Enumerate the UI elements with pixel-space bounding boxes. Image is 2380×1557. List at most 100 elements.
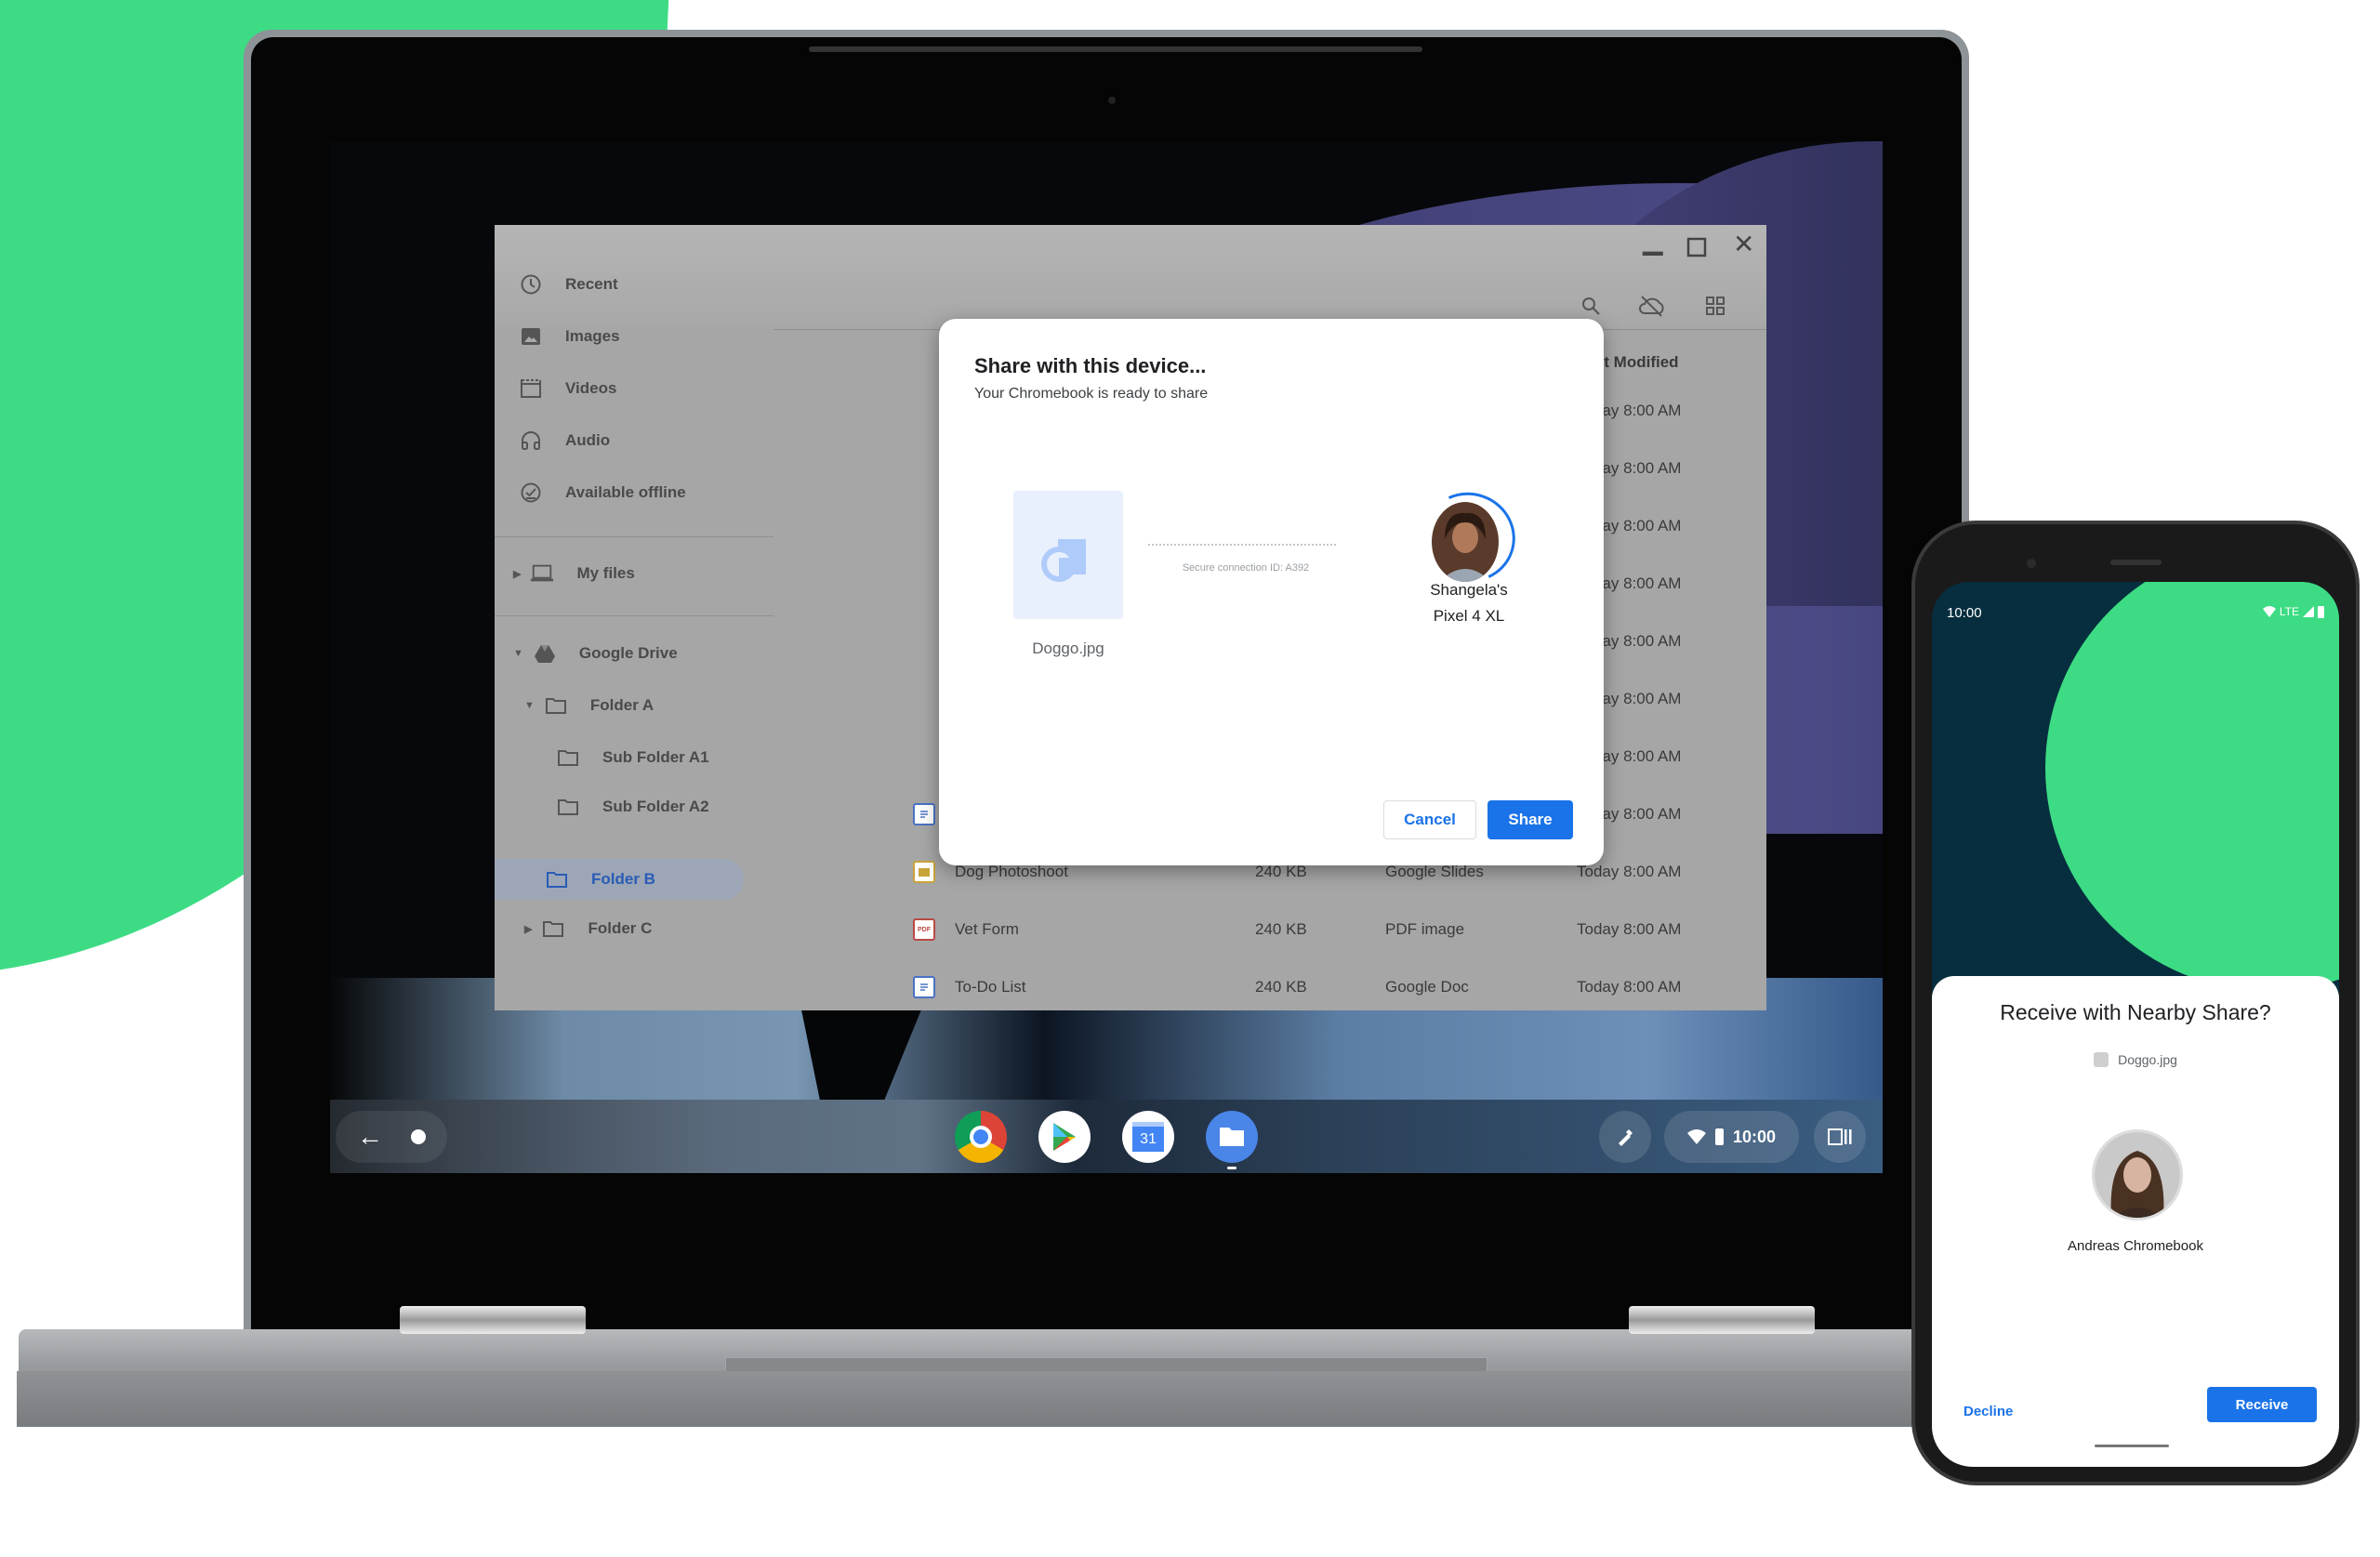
- drive-icon: [533, 641, 557, 666]
- file-preview: [1013, 491, 1123, 619]
- close-icon[interactable]: ✕: [1733, 229, 1754, 259]
- incoming-file: Doggo.jpg: [1932, 1052, 2339, 1067]
- minimize-icon[interactable]: ▁: [1643, 225, 1663, 256]
- sidebar-item-sub-folder-a1[interactable]: Sub Folder A1: [556, 739, 709, 776]
- sidebar-item-images[interactable]: Images: [519, 318, 620, 355]
- sidebar-item-available-offline[interactable]: Available offline: [519, 474, 686, 511]
- modified-cell: Today 8:00 AM: [1577, 920, 1682, 938]
- hinge: [400, 1306, 586, 1334]
- sidebar-item-folder-b[interactable]: Folder B: [545, 861, 655, 898]
- collapse-arrow-icon[interactable]: ▼: [524, 700, 535, 711]
- sender-name: Andreas Chromebook: [2068, 1238, 2203, 1254]
- table-row[interactable]: PDF Vet Form 240 KB PDF image Today 8:00…: [774, 902, 1766, 957]
- modified-cell: Today 8:00 AM: [1577, 863, 1682, 880]
- chrome-icon[interactable]: [955, 1111, 1007, 1163]
- file-name: Doggo.jpg: [2118, 1052, 2177, 1067]
- name-cell: To-Do List: [955, 978, 1026, 996]
- sidebar-item-label: Sub Folder A1: [602, 748, 709, 766]
- size-cell: 240 KB: [1255, 920, 1307, 938]
- google-slides-icon: [913, 861, 935, 883]
- network-type: LTE: [2279, 605, 2299, 618]
- sheet-title: Receive with Nearby Share?: [2000, 1000, 2271, 1024]
- image-icon: [519, 324, 543, 349]
- image-placeholder-icon: [1041, 539, 1086, 582]
- lid-edge: [809, 46, 1422, 52]
- clock-time: 10:00: [1732, 1127, 1777, 1146]
- sidebar-item-label: Folder B: [591, 870, 655, 888]
- calendar-date: 31: [1132, 1122, 1164, 1152]
- headphones-icon: [519, 429, 543, 453]
- collapse-arrow-icon[interactable]: ▼: [513, 648, 523, 659]
- share-button[interactable]: Share: [1488, 800, 1573, 839]
- grid-view-icon[interactable]: [1699, 290, 1731, 322]
- expand-arrow-icon[interactable]: ▶: [524, 923, 532, 935]
- sidebar-item-sub-folder-a2[interactable]: Sub Folder A2: [556, 788, 709, 825]
- sidebar-item-label: Sub Folder A2: [602, 798, 709, 815]
- sidebar-item-audio[interactable]: Audio: [519, 422, 610, 459]
- device-name-line1: Shangela's: [1430, 581, 1508, 599]
- stylus-icon[interactable]: [1599, 1111, 1651, 1163]
- maximize-icon[interactable]: [1686, 234, 1707, 264]
- android-phone: 10:00 LTE Receive with Nearby Share? Dog…: [1911, 521, 2360, 1485]
- nearby-share-dialog: Share with this device... Your Chromeboo…: [939, 319, 1604, 865]
- sidebar-item-label: Audio: [565, 431, 611, 449]
- calendar-icon[interactable]: 31: [1122, 1111, 1174, 1163]
- sidebar-item-my-files[interactable]: ▶ My files: [513, 555, 635, 592]
- back-arrow-icon[interactable]: ←: [357, 1122, 383, 1152]
- files-sidebar: Recent Images Videos Audio Available off…: [495, 225, 774, 1010]
- type-cell: Google Doc: [1385, 978, 1469, 996]
- nav-buttons: ←: [336, 1111, 447, 1163]
- sidebar-item-recent[interactable]: Recent: [519, 266, 618, 303]
- cancel-button[interactable]: Cancel: [1383, 800, 1476, 839]
- clock-icon: [519, 272, 543, 297]
- files-app-window: ▁ ✕ ȦZ ⋮ Recent: [495, 225, 1766, 1010]
- name-cell: Dog Photoshoot: [955, 863, 1068, 880]
- folder-icon: [556, 746, 580, 770]
- phone-wallpaper-circle: [2045, 582, 2339, 991]
- decline-button[interactable]: Decline: [1964, 1404, 2013, 1419]
- sidebar-item-folder-a[interactable]: ▼ Folder A: [524, 687, 654, 724]
- battery-icon: [2318, 605, 2324, 618]
- gesture-handle[interactable]: [2095, 1445, 2169, 1447]
- table-row[interactable]: To-Do List 240 KB Google Doc Today 8:00 …: [774, 959, 1766, 1010]
- wifi-icon: [2262, 606, 2276, 617]
- status-area[interactable]: 10:00: [1664, 1111, 1799, 1163]
- google-doc-icon: [913, 803, 935, 825]
- files-icon[interactable]: [1206, 1111, 1258, 1163]
- laptop-icon: [530, 561, 554, 586]
- file-thumbnail: [2094, 1052, 2109, 1067]
- size-cell: 240 KB: [1255, 863, 1307, 880]
- sidebar-item-label: Google Drive: [578, 644, 678, 662]
- dialog-title: Share with this device...: [974, 354, 1207, 377]
- sidebar-item-label: My files: [576, 564, 635, 582]
- file-name: Doggo.jpg: [1032, 640, 1104, 657]
- launcher-icon[interactable]: [411, 1129, 426, 1144]
- sidebar-item-label: Videos: [565, 379, 617, 397]
- folder-icon: [545, 867, 569, 891]
- device-name-line2: Pixel 4 XL: [1433, 607, 1505, 625]
- sidebar-item-videos[interactable]: Videos: [519, 370, 616, 407]
- offline-check-icon: [519, 481, 543, 505]
- cloud-off-icon[interactable]: [1636, 290, 1668, 322]
- sidebar-item-label: Images: [565, 327, 620, 345]
- sidebar-item-folder-c[interactable]: ▶ Folder C: [524, 910, 652, 947]
- play-store-icon[interactable]: [1038, 1111, 1091, 1163]
- running-indicator: [1227, 1167, 1236, 1169]
- search-icon[interactable]: [1575, 290, 1606, 322]
- modified-cell: Today 8:00 AM: [1577, 978, 1682, 996]
- sidebar-item-label: Folder A: [589, 696, 654, 714]
- laptop-front-edge: [17, 1371, 1964, 1427]
- expand-arrow-icon[interactable]: ▶: [513, 568, 521, 580]
- name-cell: Vet Form: [955, 920, 1019, 938]
- receive-button[interactable]: Receive: [2207, 1387, 2317, 1422]
- marketing-scene: ▁ ✕ ȦZ ⋮ Recent: [0, 0, 2380, 1557]
- sidebar-item-google-drive[interactable]: ▼ Google Drive: [513, 635, 678, 672]
- front-camera: [2027, 559, 2036, 568]
- status-time: 10:00: [1947, 605, 1982, 621]
- webcam: [1108, 97, 1116, 104]
- hinge: [1629, 1306, 1815, 1334]
- overview-icon[interactable]: [1814, 1111, 1866, 1163]
- sidebar-item-label: Recent: [565, 275, 618, 293]
- phone-screen: 10:00 LTE Receive with Nearby Share? Dog…: [1932, 582, 2339, 1467]
- sort-az-icon[interactable]: ȦZ: [1763, 290, 1766, 322]
